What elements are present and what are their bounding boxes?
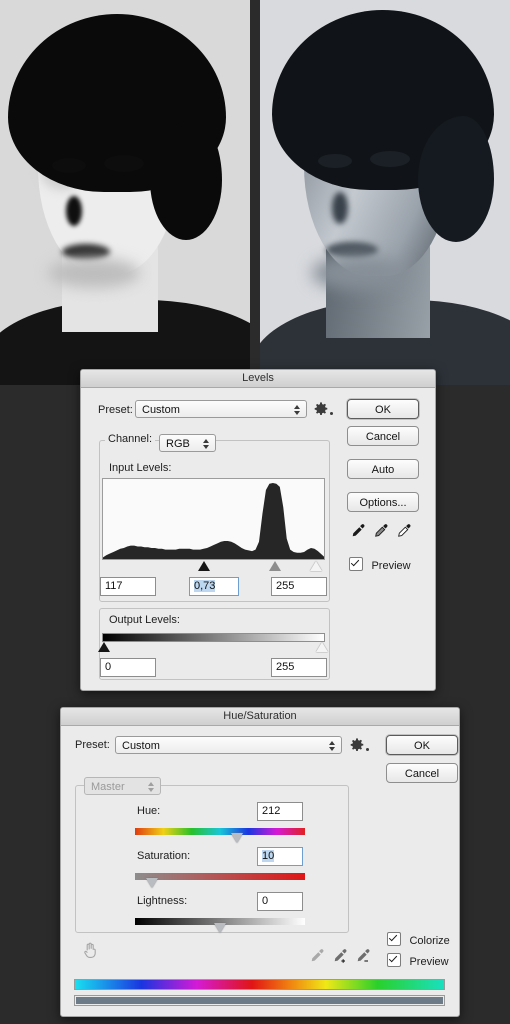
chevron-updown-icon — [201, 435, 211, 453]
input-black-field[interactable]: 117 — [100, 577, 156, 596]
levels-preset-label: Preset: — [98, 404, 133, 416]
levels-ok-button[interactable]: OK — [347, 399, 419, 419]
levels-dialog: Levels Preset: Custom OK Cancel Auto Opt… — [80, 369, 436, 691]
huesat-master-value: Master — [91, 781, 125, 793]
huesat-preset-label: Preset: — [75, 739, 110, 751]
huesat-titlebar[interactable]: Hue/Saturation — [61, 708, 459, 726]
huesat-master-dropdown[interactable]: Master — [84, 777, 161, 795]
input-black-point-marker[interactable] — [198, 561, 211, 571]
output-white-marker[interactable] — [316, 642, 329, 652]
hue-slider-track[interactable] — [135, 828, 305, 835]
set-black-point-eyedropper[interactable] — [350, 523, 366, 539]
levels-auto-button[interactable]: Auto — [347, 459, 419, 479]
levels-channel-label: Channel: — [105, 433, 156, 445]
output-white-field[interactable]: 255 — [271, 658, 327, 677]
saturation-label: Saturation: — [137, 850, 191, 862]
huesat-preset-value: Custom — [122, 740, 160, 752]
photo-after — [260, 0, 510, 385]
add-to-sample-eyedropper[interactable] — [332, 948, 348, 964]
chevron-updown-icon — [292, 401, 302, 419]
gear-icon[interactable] — [313, 401, 329, 417]
chevron-updown-icon — [146, 778, 156, 796]
levels-preview-checkbox[interactable]: Preview — [349, 556, 411, 574]
colorize-checkbox[interactable]: Colorize — [387, 931, 450, 949]
colorize-label: Colorize — [409, 935, 450, 947]
hue-range-bar-container[interactable] — [74, 995, 445, 1006]
lightness-field[interactable]: 0 — [257, 892, 303, 911]
lightness-slider-knob[interactable] — [213, 923, 227, 933]
checkmark-icon — [349, 557, 363, 571]
huesat-title: Hue/Saturation — [223, 710, 297, 722]
levels-options-button[interactable]: Options... — [347, 492, 419, 512]
levels-input-slider-track[interactable] — [102, 561, 325, 572]
hue-spectrum-bar — [74, 979, 445, 990]
levels-preset-dropdown[interactable]: Custom — [135, 400, 307, 418]
output-black-marker[interactable] — [98, 642, 111, 652]
set-white-point-eyedropper[interactable] — [396, 523, 412, 539]
huesat-ok-button[interactable]: OK — [386, 735, 458, 755]
subtract-from-sample-eyedropper[interactable] — [355, 948, 371, 964]
photo-before — [0, 0, 250, 385]
lightness-label: Lightness: — [137, 895, 188, 907]
huesat-cancel-button[interactable]: Cancel — [386, 763, 458, 783]
hue-saturation-dialog: Hue/Saturation Preset: Custom OK Cancel … — [60, 707, 460, 1017]
sample-eyedropper[interactable] — [309, 948, 325, 964]
levels-input-label: Input Levels: — [109, 462, 172, 474]
hue-label: Hue: — [137, 805, 161, 817]
levels-histogram[interactable] — [102, 478, 325, 560]
before-after-photo-strip — [0, 0, 510, 385]
checkmark-icon — [387, 953, 401, 967]
set-gray-point-eyedropper[interactable] — [373, 523, 389, 539]
levels-cancel-button[interactable]: Cancel — [347, 426, 419, 446]
huesat-preview-checkbox[interactable]: Preview — [387, 952, 449, 970]
on-image-adjustment-hand-icon[interactable] — [81, 941, 99, 959]
hue-field[interactable]: 212 — [257, 802, 303, 821]
huesat-preset-dropdown[interactable]: Custom — [115, 736, 342, 754]
input-gamma-field[interactable]: 0,73 — [189, 577, 239, 596]
saturation-slider-knob[interactable] — [145, 878, 159, 888]
saturation-field[interactable]: 10 — [257, 847, 303, 866]
levels-title: Levels — [242, 372, 274, 384]
checkmark-icon — [387, 932, 401, 946]
input-white-field[interactable]: 255 — [271, 577, 327, 596]
levels-preview-label: Preview — [371, 560, 411, 572]
input-gamma-marker[interactable] — [269, 561, 282, 571]
levels-output-gradient-track[interactable] — [102, 633, 325, 642]
gear-icon[interactable] — [349, 737, 365, 753]
output-black-field[interactable]: 0 — [100, 658, 156, 677]
levels-output-slider-track[interactable] — [98, 642, 328, 653]
levels-titlebar[interactable]: Levels — [81, 370, 435, 388]
histogram-plot — [103, 483, 324, 559]
gear-menu-dot — [330, 412, 333, 415]
levels-preset-value: Custom — [142, 404, 180, 416]
levels-channel-dropdown[interactable]: RGB — [159, 434, 216, 452]
hue-range-bar[interactable] — [76, 997, 443, 1004]
saturation-slider-track[interactable] — [135, 873, 305, 880]
levels-channel-value: RGB — [166, 438, 190, 450]
input-white-point-marker[interactable] — [309, 561, 323, 571]
hue-slider-knob[interactable] — [230, 833, 244, 843]
levels-output-label: Output Levels: — [109, 614, 180, 626]
huesat-preview-label: Preview — [409, 956, 449, 968]
huesat-master-group — [75, 785, 349, 933]
gear-menu-dot — [366, 748, 369, 751]
chevron-updown-icon — [327, 737, 337, 755]
